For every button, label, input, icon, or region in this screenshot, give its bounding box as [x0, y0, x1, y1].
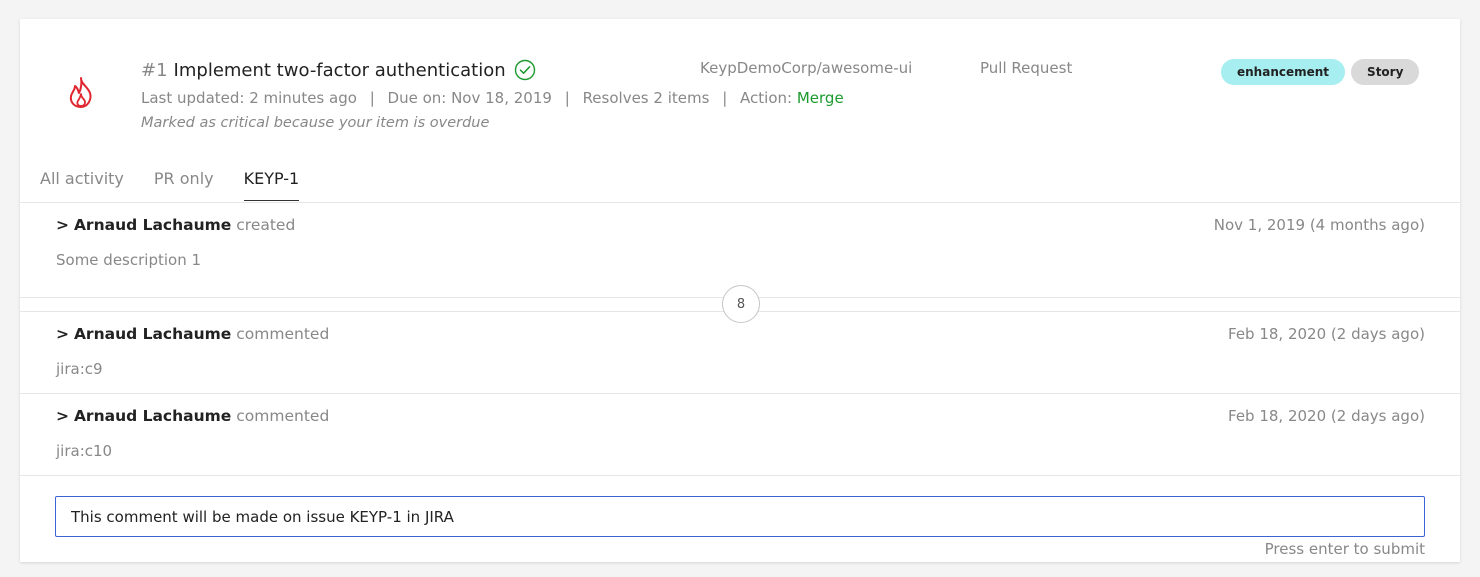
comment-input[interactable] — [55, 496, 1425, 537]
entry-expand-toggle[interactable]: > — [56, 216, 69, 234]
entry-author: Arnaud Lachaume — [73, 407, 232, 425]
action-label: Action: — [740, 89, 793, 107]
divider — [20, 202, 1460, 203]
check-circle-icon — [514, 59, 535, 81]
entry-expand-toggle[interactable]: > — [56, 325, 69, 343]
entry-date: Nov 1, 2019 (4 months ago) — [1213, 216, 1425, 234]
tag-list: enhancement Story — [1221, 59, 1420, 85]
entry-author: Arnaud Lachaume — [73, 216, 232, 234]
divider — [20, 393, 1460, 394]
repo-name[interactable]: KeypDemoCorp/awesome-ui — [700, 59, 912, 77]
entry-expand-toggle[interactable]: > — [56, 407, 69, 425]
tab-pr-only[interactable]: PR only — [154, 169, 214, 201]
tab-all-activity[interactable]: All activity — [40, 169, 124, 201]
tag-enhancement[interactable]: enhancement — [1221, 59, 1346, 85]
due-date: Due on: Nov 18, 2019 — [387, 89, 552, 107]
activity-entry-header: > Arnaud Lachaume created — [56, 216, 295, 234]
activity-tabs: All activity PR only KEYP-1 — [40, 169, 329, 201]
item-title-line: #1 Implement two-factor authentication — [141, 59, 536, 81]
last-updated: Last updated: 2 minutes ago — [141, 89, 357, 107]
resolves-count: Resolves 2 items — [582, 89, 710, 107]
action-value[interactable]: Merge — [797, 89, 844, 107]
item-number: #1 — [141, 59, 168, 81]
entry-verb: created — [236, 216, 296, 234]
item-type: Pull Request — [980, 59, 1073, 77]
item-meta: Last updated: 2 minutes ago | Due on: No… — [141, 89, 844, 107]
activity-entry-header: > Arnaud Lachaume commented — [56, 407, 329, 425]
tab-keyp-1[interactable]: KEYP-1 — [243, 169, 300, 201]
divider — [20, 475, 1460, 476]
meta-separator: | — [722, 89, 728, 107]
item-card: #1 Implement two-factor authentication K… — [20, 19, 1460, 562]
critical-note: Marked as critical because your item is … — [141, 115, 490, 131]
meta-separator: | — [369, 89, 375, 107]
entry-verb: commented — [236, 325, 330, 343]
entry-date: Feb 18, 2020 (2 days ago) — [1228, 407, 1425, 425]
meta-separator: | — [564, 89, 570, 107]
tag-story[interactable]: Story — [1351, 59, 1420, 85]
submit-hint: Press enter to submit — [1264, 540, 1425, 558]
entry-body: jira:c10 — [56, 442, 113, 460]
flame-icon — [69, 77, 92, 108]
entry-author: Arnaud Lachaume — [73, 325, 232, 343]
entry-body: jira:c9 — [56, 360, 103, 378]
hidden-items-counter[interactable]: 8 — [722, 285, 760, 323]
item-title[interactable]: Implement two-factor authentication — [174, 60, 506, 81]
entry-date: Feb 18, 2020 (2 days ago) — [1228, 325, 1425, 343]
activity-entry-header: > Arnaud Lachaume commented — [56, 325, 329, 343]
entry-verb: commented — [236, 407, 330, 425]
entry-body: Some description 1 — [56, 251, 202, 269]
